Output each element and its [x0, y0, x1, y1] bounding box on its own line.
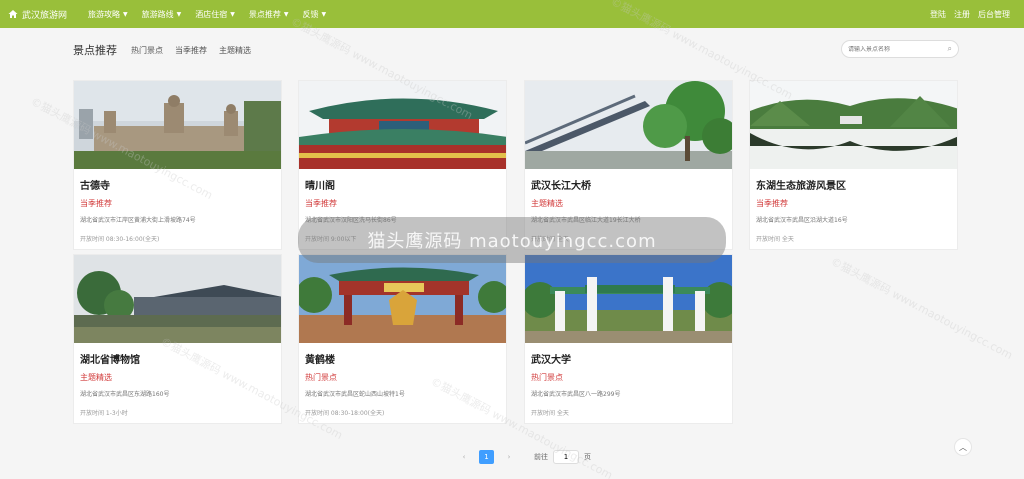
nav-label: 旅游路线	[141, 9, 174, 19]
chevron-down-icon: ▼	[283, 10, 289, 18]
attraction-tag: 当季推荐	[305, 199, 337, 208]
watermark-banner: 猫头鹰源码 maotouyingcc.com	[298, 217, 726, 263]
attraction-address: 湖北省武汉市武昌区八一路299号	[531, 391, 621, 398]
brand-name: 武汉旅游网	[22, 10, 68, 21]
goto-page-input[interactable]	[553, 450, 579, 464]
attraction-photo	[299, 81, 506, 169]
attraction-name: 东湖生态旅游风景区	[756, 181, 846, 192]
goto-label: 前往	[534, 453, 548, 461]
section-header: 景点推荐 热门景点 当季推荐 主题精选 ⌕	[73, 40, 959, 60]
tab-featured[interactable]: 主题精选	[219, 45, 251, 56]
attraction-address: 湖北省武汉市江岸区黄浦大街上滑坡路74号	[80, 217, 196, 224]
search-icon[interactable]: ⌕	[948, 44, 952, 54]
attraction-card[interactable]: 武汉大学 热门景点 湖北省武汉市武昌区八一路299号 开放时间 全天	[524, 254, 733, 424]
attraction-photo	[525, 255, 732, 343]
attraction-card[interactable]: 黄鹤楼 热门景点 湖北省武汉市武昌区蛇山西山坡特1号 开放时间 08:30-18…	[298, 254, 507, 424]
attraction-address: 湖北省武汉市武昌区蛇山西山坡特1号	[305, 391, 405, 398]
attraction-hours: 开放时间 全天	[531, 410, 569, 417]
tab-hot[interactable]: 热门景点	[131, 45, 163, 56]
nav-label: 旅游攻略	[88, 9, 120, 19]
nav-item-feedback[interactable]: 反馈 ▼	[303, 9, 327, 20]
attraction-hours: 开放时间 08:30-16:00(全天)	[80, 236, 160, 243]
page-suffix: 页	[584, 453, 591, 461]
chevron-down-icon: ▼	[176, 10, 182, 18]
search-box: ⌕	[841, 40, 959, 58]
attraction-name: 湖北省博物馆	[80, 355, 140, 366]
chevron-down-icon: ▼	[123, 10, 128, 18]
attraction-hours: 开放时间 08:30-18:00(全天)	[305, 410, 385, 417]
attraction-photo	[750, 81, 957, 169]
attraction-card[interactable]: 古德寺 当季推荐 湖北省武汉市江岸区黄浦大街上滑坡路74号 开放时间 08:30…	[73, 80, 282, 250]
tab-seasonal[interactable]: 当季推荐	[175, 45, 207, 56]
attraction-card[interactable]: 东湖生态旅游风景区 当季推荐 湖北省武汉市武昌区沿湖大道16号 开放时间 全天	[749, 80, 958, 250]
brand[interactable]: 武汉旅游网	[8, 8, 88, 21]
page-number-current[interactable]: 1	[479, 450, 494, 464]
attraction-tag: 当季推荐	[80, 199, 112, 208]
attraction-photo	[74, 255, 281, 343]
nav-label: 反馈	[302, 9, 319, 19]
attraction-photo	[74, 81, 281, 169]
chevron-down-icon: ▼	[230, 10, 235, 18]
back-to-top-button[interactable]: ︿	[954, 438, 972, 456]
attraction-photo	[299, 255, 506, 343]
nav-item-hotels[interactable]: 酒店住宿 ▼	[195, 9, 235, 20]
attraction-tag: 热门景点	[305, 373, 337, 382]
chevron-up-icon: ︿	[959, 442, 967, 452]
attraction-name: 古德寺	[80, 181, 110, 192]
nav-item-attractions[interactable]: 景点推荐 ▼	[249, 9, 289, 20]
section-title: 景点推荐	[73, 44, 117, 57]
home-icon	[8, 10, 18, 18]
watermark-text: ©猫头鹰源码 www.maotouyingcc.com	[828, 254, 1015, 363]
attraction-tag: 主题精选	[531, 199, 563, 208]
chevron-down-icon: ▼	[321, 10, 327, 18]
attraction-name: 武汉长江大桥	[531, 181, 591, 192]
top-navbar: 武汉旅游网 旅游攻略 ▼ 旅游路线 ▼ 酒店住宿 ▼ 景点推荐 ▼ 反馈 ▼ 登陆 注册 …	[0, 0, 1024, 28]
nav-label: 酒店住宿	[195, 9, 228, 19]
nav-label: 景点推荐	[248, 9, 281, 19]
attraction-hours: 开放时间 1-3小时	[80, 410, 128, 417]
attraction-name: 晴川阁	[305, 181, 335, 192]
attraction-hours: 开放时间 全天	[756, 236, 794, 243]
attraction-name: 黄鹤楼	[305, 355, 335, 366]
attraction-address: 湖北省武汉市武昌区沿湖大道16号	[756, 217, 848, 224]
attraction-photo	[525, 81, 732, 169]
login-link[interactable]: 登陆	[930, 9, 946, 20]
nav-item-routes[interactable]: 旅游路线 ▼	[142, 9, 182, 20]
attraction-tag: 当季推荐	[756, 199, 788, 208]
attraction-address: 湖北省武汉市武昌区东湖路160号	[80, 391, 170, 398]
admin-link[interactable]: 后台管理	[978, 9, 1010, 20]
attraction-name: 武汉大学	[531, 355, 571, 366]
search-input[interactable]	[848, 45, 948, 53]
next-page-button[interactable]: ›	[502, 453, 516, 461]
attraction-tag: 热门景点	[531, 373, 563, 382]
nav-item-guides[interactable]: 旅游攻略 ▼	[88, 9, 128, 20]
attraction-tag: 主题精选	[80, 373, 112, 382]
attraction-card[interactable]: 湖北省博物馆 主题精选 湖北省武汉市武昌区东湖路160号 开放时间 1-3小时	[73, 254, 282, 424]
prev-page-button[interactable]: ‹	[457, 453, 471, 461]
auth-links: 登陆 注册 后台管理	[922, 0, 1010, 28]
pagination: ‹ 1 › 前往 页	[457, 450, 591, 464]
register-link[interactable]: 注册	[954, 9, 970, 20]
